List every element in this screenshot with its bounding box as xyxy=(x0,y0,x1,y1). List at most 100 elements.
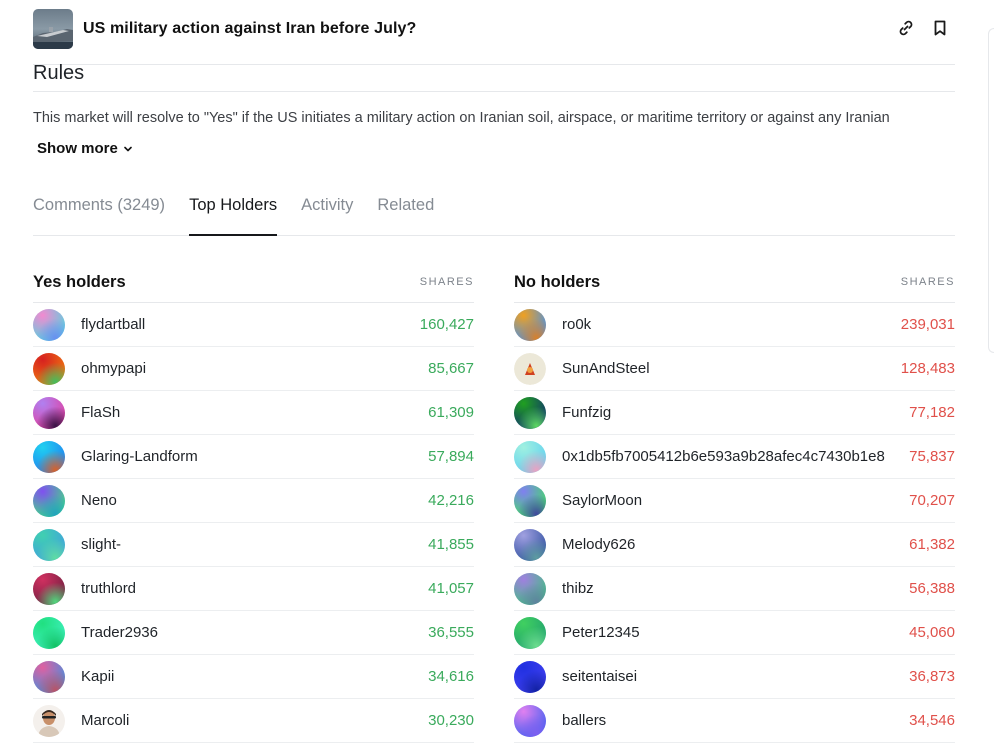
holder-name[interactable]: seitentaisei xyxy=(562,668,909,685)
holder-name[interactable]: ro0k xyxy=(562,316,901,333)
no-holders-title: No holders xyxy=(514,272,601,291)
holder-row[interactable]: SaylorMoon 70,207 xyxy=(514,479,955,523)
avatar[interactable] xyxy=(514,308,546,341)
holder-name[interactable]: Funfzig xyxy=(562,404,909,421)
holder-shares: 61,382 xyxy=(909,536,955,553)
holder-shares: 70,207 xyxy=(909,492,955,509)
shares-column-header: SHARES xyxy=(900,276,955,288)
holder-name[interactable]: flydartball xyxy=(81,316,420,333)
holder-row[interactable]: SunAndSteel 128,483 xyxy=(514,347,955,391)
holder-name[interactable]: Trader2936 xyxy=(81,624,428,641)
holder-name[interactable]: Marcoli xyxy=(81,712,428,729)
shares-column-header: SHARES xyxy=(419,276,474,288)
tab-activity[interactable]: Activity xyxy=(301,195,353,235)
avatar[interactable] xyxy=(33,308,65,341)
holder-name[interactable]: SaylorMoon xyxy=(562,492,909,509)
holder-shares: 41,855 xyxy=(428,536,474,553)
holder-shares: 34,546 xyxy=(909,712,955,729)
holder-shares: 160,427 xyxy=(419,316,474,333)
holder-row[interactable]: slight- 41,855 xyxy=(33,523,474,567)
link-icon[interactable] xyxy=(897,19,915,37)
holder-name[interactable]: ohmypapi xyxy=(81,360,428,377)
rules-divider xyxy=(33,91,955,92)
holder-shares: 239,031 xyxy=(900,316,955,333)
holder-row[interactable]: thibz 56,388 xyxy=(514,567,955,611)
chevron-down-icon xyxy=(124,146,132,151)
show-more-label: Show more xyxy=(37,140,118,157)
holder-row[interactable]: Peter12345 45,060 xyxy=(514,611,955,655)
avatar[interactable] xyxy=(33,396,65,429)
avatar[interactable] xyxy=(514,440,546,473)
holder-row[interactable]: ro0k 239,031 xyxy=(514,303,955,347)
holder-row[interactable]: Marcoli 30,230 xyxy=(33,699,474,743)
holder-shares: 36,873 xyxy=(909,668,955,685)
tab-related[interactable]: Related xyxy=(377,195,434,235)
holder-row[interactable]: ballers 34,546 xyxy=(514,699,955,743)
avatar[interactable] xyxy=(514,616,546,649)
holder-name[interactable]: thibz xyxy=(562,580,909,597)
holder-shares: 36,555 xyxy=(428,624,474,641)
holder-row[interactable]: Funfzig 77,182 xyxy=(514,391,955,435)
holder-shares: 42,216 xyxy=(428,492,474,509)
holder-row[interactable]: Kapii 34,616 xyxy=(33,655,474,699)
holder-name[interactable]: ballers xyxy=(562,712,909,729)
market-thumbnail-image xyxy=(33,9,73,49)
holder-name[interactable]: SunAndSteel xyxy=(562,360,901,377)
holder-row[interactable]: Neno 42,216 xyxy=(33,479,474,523)
no-holders-panel: No holders SHARES ro0k 239,031 SunAndSteel… xyxy=(514,262,955,743)
holder-name[interactable]: Glaring-Landform xyxy=(81,448,428,465)
holder-row[interactable]: truthlord 41,057 xyxy=(33,567,474,611)
holder-row[interactable]: 0x1db5fb7005412b6e593a9b28afec4c7430b1e8… xyxy=(514,435,955,479)
avatar[interactable] xyxy=(33,660,65,693)
avatar[interactable] xyxy=(514,704,546,737)
holder-shares: 41,057 xyxy=(428,580,474,597)
avatar[interactable] xyxy=(514,396,546,429)
tab-top-holders[interactable]: Top Holders xyxy=(189,195,278,236)
holder-row[interactable]: ohmypapi 85,667 xyxy=(33,347,474,391)
avatar[interactable] xyxy=(514,352,546,385)
avatar[interactable] xyxy=(33,352,65,385)
avatar[interactable] xyxy=(514,660,546,693)
holder-shares: 30,230 xyxy=(428,712,474,729)
tab-comments[interactable]: Comments (3249) xyxy=(33,195,165,235)
holder-name[interactable]: 0x1db5fb7005412b6e593a9b28afec4c7430b1e8 xyxy=(562,448,909,465)
avatar[interactable] xyxy=(33,484,65,517)
holder-name[interactable]: truthlord xyxy=(81,580,428,597)
show-more-button[interactable]: Show more xyxy=(37,140,133,157)
bookmark-icon[interactable] xyxy=(931,19,949,37)
holder-row[interactable]: Melody626 61,382 xyxy=(514,523,955,567)
holder-name[interactable]: FlaSh xyxy=(81,404,428,421)
holder-name[interactable]: Melody626 xyxy=(562,536,909,553)
avatar[interactable] xyxy=(33,704,65,737)
holder-row[interactable]: Trader2936 36,555 xyxy=(33,611,474,655)
holder-shares: 56,388 xyxy=(909,580,955,597)
holder-name[interactable]: Kapii xyxy=(81,668,428,685)
avatar[interactable] xyxy=(514,484,546,517)
avatar[interactable] xyxy=(514,572,546,605)
avatar[interactable] xyxy=(514,528,546,561)
holder-name[interactable]: Peter12345 xyxy=(562,624,909,641)
avatar[interactable] xyxy=(33,440,65,473)
holder-row[interactable]: FlaSh 61,309 xyxy=(33,391,474,435)
holder-name[interactable]: slight- xyxy=(81,536,428,553)
holder-row[interactable]: Glaring-Landform 57,894 xyxy=(33,435,474,479)
rules-text: This market will resolve to "Yes" if the… xyxy=(33,110,890,126)
holder-row[interactable]: flydartball 160,427 xyxy=(33,303,474,347)
holder-shares: 34,616 xyxy=(428,668,474,685)
holder-shares: 77,182 xyxy=(909,404,955,421)
market-title: US military action against Iran before J… xyxy=(83,20,417,37)
market-header: US military action against Iran before J… xyxy=(33,9,955,65)
side-panel-edge xyxy=(988,28,994,353)
holder-shares: 75,837 xyxy=(909,448,955,465)
tab-bar: Comments (3249) Top Holders Activity Rel… xyxy=(33,195,955,236)
market-thumbnail[interactable] xyxy=(33,9,73,49)
avatar[interactable] xyxy=(33,572,65,605)
avatar[interactable] xyxy=(33,528,65,561)
holder-row[interactable]: seitentaisei 36,873 xyxy=(514,655,955,699)
yes-holders-title: Yes holders xyxy=(33,272,126,291)
avatar[interactable] xyxy=(33,616,65,649)
holder-shares: 61,309 xyxy=(428,404,474,421)
holder-shares: 57,894 xyxy=(428,448,474,465)
holder-name[interactable]: Neno xyxy=(81,492,428,509)
holder-shares: 45,060 xyxy=(909,624,955,641)
